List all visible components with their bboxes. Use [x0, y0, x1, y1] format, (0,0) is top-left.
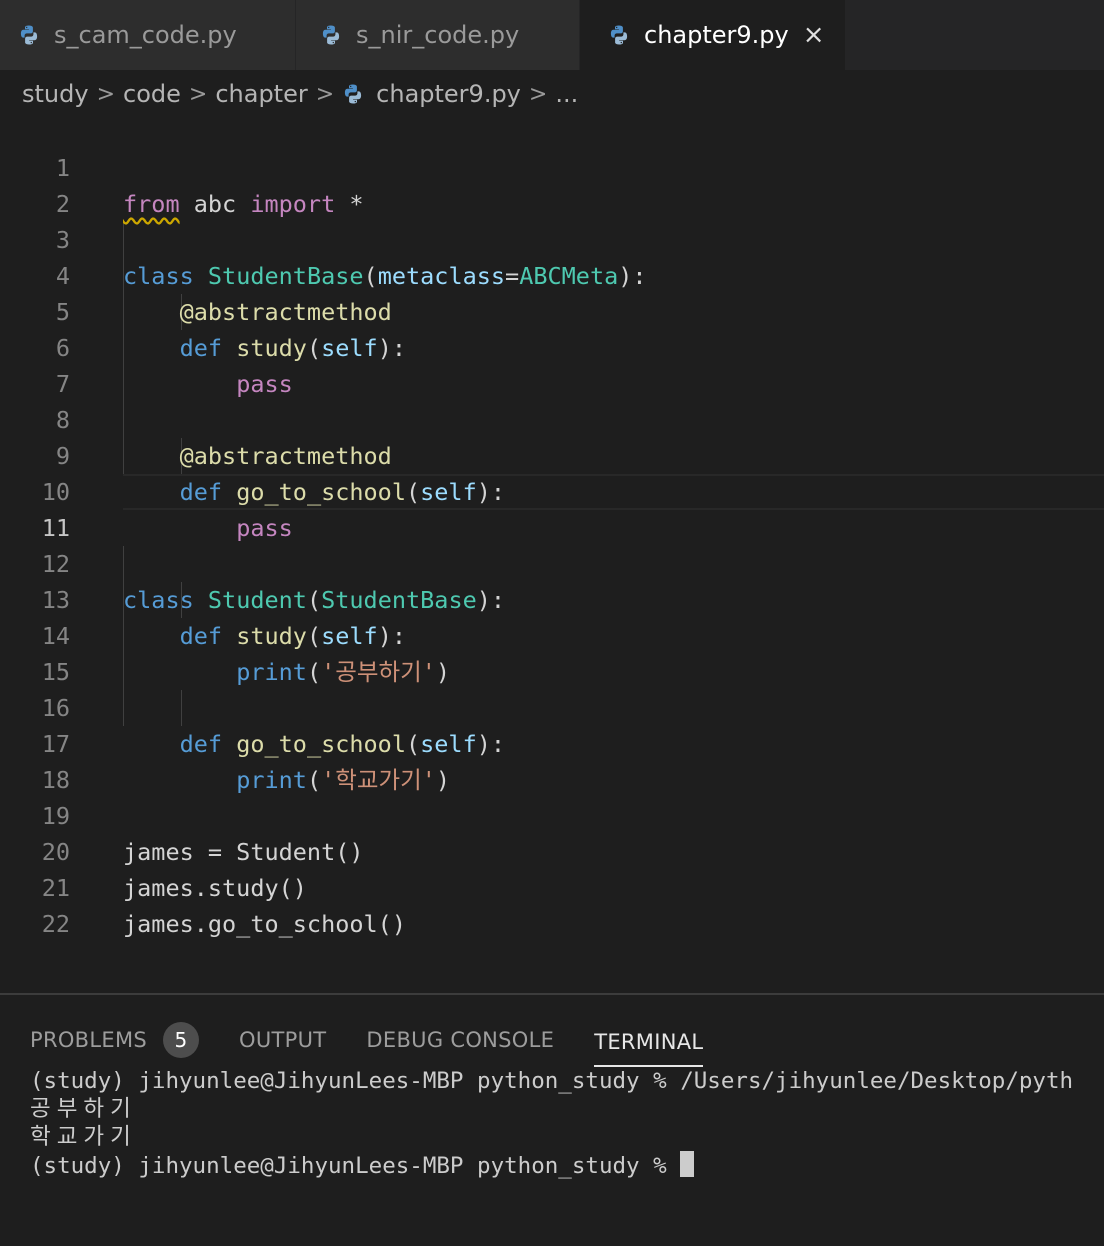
code-line: 1 from abc import *: [0, 114, 1104, 218]
code-line: 10 pass: [0, 438, 1104, 542]
tab-label: OUTPUT: [239, 1028, 327, 1052]
code-line: 4 @abstractmethod: [0, 222, 1104, 326]
tab-chapter9[interactable]: chapter9.py ×: [580, 0, 846, 70]
code-line: 15: [0, 618, 1104, 686]
code-line: 9 def go_to_school(self):: [0, 402, 1104, 506]
breadcrumb-item-file[interactable]: chapter9.py: [376, 80, 521, 108]
tab-label: s_cam_code.py: [54, 21, 237, 49]
code-line: 7: [0, 330, 1104, 398]
code-line: 2: [0, 150, 1104, 218]
editor-tab-bar: s_cam_code.py s_nir_code.py chapter9.py …: [0, 0, 1104, 70]
tab-label: s_nir_code.py: [356, 21, 520, 49]
breadcrumb-item-code[interactable]: code: [123, 80, 181, 108]
code-line: 14 print('공부하기'): [0, 582, 1104, 686]
bottom-panel: PROBLEMS 5 OUTPUT DEBUG CONSOLE TERMINAL…: [0, 993, 1104, 1246]
tab-label: DEBUG CONSOLE: [366, 1028, 555, 1052]
breadcrumb-item-study[interactable]: study: [22, 80, 89, 108]
python-icon: [18, 24, 40, 46]
line-number: 22: [41, 910, 70, 938]
code-line: 3 class StudentBase(metaclass=ABCMeta):: [0, 186, 1104, 290]
tab-label: PROBLEMS: [30, 1028, 148, 1052]
code-line: 21 james.go_to_school(): [0, 834, 1104, 938]
tab-s-nir-code[interactable]: s_nir_code.py: [296, 0, 580, 70]
tab-label: TERMINAL: [594, 1030, 704, 1054]
code-line: 8 @abstractmethod: [0, 366, 1104, 470]
chevron-right-icon: >: [528, 81, 548, 107]
chevron-right-icon: >: [188, 81, 208, 107]
code-line: 6 pass: [0, 294, 1104, 398]
line-content: james.go_to_school(): [123, 910, 406, 938]
terminal-cursor: [680, 1151, 695, 1177]
code-line: 20 james.study(): [0, 798, 1104, 902]
terminal-prompt: (study) jihyunlee@JihyunLees-MBP python_…: [30, 1153, 681, 1179]
code-line: 16 def go_to_school(self):: [0, 654, 1104, 758]
terminal-line: 공부하기: [30, 1096, 137, 1122]
tab-problems[interactable]: PROBLEMS 5: [30, 1020, 200, 1060]
tab-label: chapter9.py: [644, 21, 789, 49]
terminal-line: (study) jihyunlee@JihyunLees-MBP python_…: [30, 1068, 1074, 1094]
code-line: 17 print('학교가기'): [0, 690, 1104, 794]
close-icon[interactable]: ×: [803, 20, 825, 50]
python-icon: [608, 24, 630, 46]
code-editor[interactable]: 1 from abc import * 2 3 class StudentBas…: [0, 114, 1104, 994]
chevron-right-icon: >: [315, 81, 335, 107]
panel-tab-bar: PROBLEMS 5 OUTPUT DEBUG CONSOLE TERMINAL: [30, 1013, 743, 1067]
code-line: 18: [0, 726, 1104, 794]
terminal-line: 학교가기: [30, 1124, 137, 1150]
tab-debug-console[interactable]: DEBUG CONSOLE: [366, 1020, 554, 1060]
code-line: 5 def study(self):: [0, 258, 1104, 362]
code-line: 19 james = Student(): [0, 762, 1104, 866]
code-line: 22: [0, 870, 1104, 938]
tab-output[interactable]: OUTPUT: [239, 1020, 326, 1060]
tab-terminal[interactable]: TERMINAL: [594, 1019, 704, 1067]
terminal-prompt-line: (study) jihyunlee@JihyunLees-MBP python_…: [30, 1151, 1073, 1180]
code-line: 13 def study(self):: [0, 546, 1104, 650]
breadcrumb: study > code > chapter > chapter9.py > .…: [22, 76, 578, 112]
breadcrumb-item-chapter[interactable]: chapter: [215, 80, 307, 108]
code-line: 12 class Student(StudentBase):: [0, 510, 1104, 614]
python-icon: [320, 24, 342, 46]
breadcrumb-item-more[interactable]: ...: [555, 80, 578, 108]
code-line-current: 11: [0, 474, 1104, 542]
terminal-output[interactable]: (study) jihyunlee@JihyunLees-MBP python_…: [30, 1067, 1073, 1180]
python-icon: [342, 83, 364, 105]
chevron-right-icon: >: [96, 81, 115, 107]
problems-count-badge: 5: [163, 1022, 200, 1058]
tab-s-cam-code[interactable]: s_cam_code.py: [0, 0, 296, 70]
